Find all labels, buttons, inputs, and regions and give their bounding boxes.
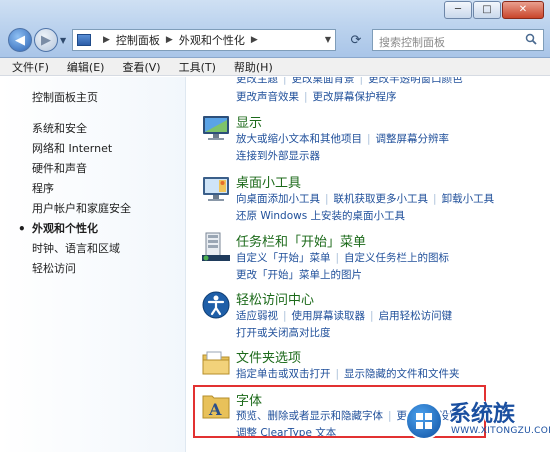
forward-button[interactable]: ▶ bbox=[34, 28, 58, 52]
link-restore-gadgets[interactable]: 还原 Windows 上安装的桌面小工具 bbox=[236, 210, 405, 222]
windows-flag-icon bbox=[416, 413, 432, 429]
menu-file[interactable]: 文件(F) bbox=[12, 59, 49, 75]
personalization-links-row2: 更改声音效果 | 更改屏幕保护程序 bbox=[236, 91, 397, 103]
desktop-gadgets-icon bbox=[203, 177, 229, 201]
taskbar-links-row2: 更改「开始」菜单上的图片 bbox=[236, 267, 362, 282]
nav-item-clock-language[interactable]: 时钟、语言和区域 bbox=[32, 239, 131, 259]
minimize-button[interactable]: ─ bbox=[444, 1, 472, 19]
refresh-button[interactable]: ⟳ bbox=[344, 29, 368, 51]
folder-options-icon bbox=[202, 351, 230, 375]
chevron-right-icon[interactable]: ▶ bbox=[166, 35, 173, 45]
display-title[interactable]: 显示 bbox=[236, 112, 262, 131]
arrow-left-icon: ◀ bbox=[15, 32, 25, 48]
link-single-double-click[interactable]: 指定单击或双击打开 bbox=[236, 368, 331, 380]
link-low-vision[interactable]: 适应弱视 bbox=[236, 310, 278, 322]
link-show-hidden-files[interactable]: 显示隐藏的文件和文件夹 bbox=[344, 368, 460, 380]
nav-item-appearance[interactable]: • 外观和个性化 bbox=[18, 219, 131, 239]
link-add-gadgets[interactable]: 向桌面添加小工具 bbox=[236, 193, 320, 205]
watermark-title: 系统族 bbox=[449, 402, 516, 427]
nav-item-user-accounts[interactable]: 用户帐户和家庭安全 bbox=[32, 199, 131, 219]
display-links-row1: 放大或缩小文本和其他项目 | 调整屏幕分辨率 bbox=[236, 133, 450, 145]
refresh-icon: ⟳ bbox=[350, 32, 362, 48]
folder-options-title[interactable]: 文件夹选项 bbox=[236, 347, 301, 366]
search-input[interactable]: 搜索控制面板 bbox=[372, 29, 544, 51]
left-nav-list: 系统和安全 网络和 Internet 硬件和声音 程序 用户帐户和家庭安全 • 外… bbox=[18, 119, 131, 279]
menu-help[interactable]: 帮助(H) bbox=[234, 59, 273, 75]
gadgets-links-row1: 向桌面添加小工具 | 联机获取更多小工具 | 卸载小工具 bbox=[236, 193, 495, 205]
display-links-row2: 连接到外部显示器 bbox=[236, 148, 320, 163]
control-panel-icon bbox=[77, 34, 91, 46]
menu-bar: 文件(F) 编辑(E) 查看(V) 工具(T) 帮助(H) bbox=[0, 58, 550, 76]
link-customize-taskbar-icons[interactable]: 自定义任务栏上的图标 bbox=[344, 252, 449, 264]
arrow-right-icon: ▶ bbox=[41, 32, 51, 48]
address-bar[interactable]: ▶ 控制面板 ▶ 外观和个性化 ▶ ▼ bbox=[72, 29, 336, 51]
search-placeholder: 搜索控制面板 bbox=[379, 36, 445, 49]
ease-of-access-title[interactable]: 轻松访问中心 bbox=[236, 289, 314, 308]
chevron-right-icon[interactable]: ▶ bbox=[251, 35, 258, 45]
link-accessibility-keys[interactable]: 启用轻松访问键 bbox=[379, 310, 453, 322]
ease-links-row1: 适应弱视 | 使用屏幕读取器 | 启用轻松访问键 bbox=[236, 310, 453, 322]
menu-view[interactable]: 查看(V) bbox=[122, 59, 160, 75]
chevron-right-icon[interactable]: ▶ bbox=[103, 35, 110, 45]
link-screen-reader[interactable]: 使用屏幕读取器 bbox=[292, 310, 366, 322]
link-high-contrast[interactable]: 打开或关闭高对比度 bbox=[236, 327, 331, 339]
personalization-links-row1: 更改主题 | 更改桌面背景 | 更改半透明窗口颜色 bbox=[236, 77, 463, 86]
window-controls: ─ □ ✕ bbox=[443, 1, 544, 19]
recent-pages-dropdown[interactable]: ▼ bbox=[60, 36, 66, 45]
nav-item-network[interactable]: 网络和 Internet bbox=[32, 139, 131, 159]
link-uninstall-gadget[interactable]: 卸载小工具 bbox=[442, 193, 495, 205]
display-monitor-icon bbox=[203, 116, 229, 140]
link-customize-start-menu[interactable]: 自定义「开始」菜单 bbox=[236, 252, 331, 264]
link-screen-resolution[interactable]: 调整屏幕分辨率 bbox=[376, 133, 450, 145]
gadgets-title[interactable]: 桌面小工具 bbox=[236, 172, 301, 191]
left-nav-pane: 控制面板主页 系统和安全 网络和 Internet 硬件和声音 程序 用户帐户和… bbox=[0, 77, 186, 452]
windows-logo-icon bbox=[405, 402, 443, 440]
ease-links-row2: 打开或关闭高对比度 bbox=[236, 325, 331, 340]
search-icon bbox=[525, 33, 537, 45]
current-bullet-icon: • bbox=[18, 222, 26, 236]
back-button[interactable]: ◀ bbox=[8, 28, 32, 52]
link-change-background[interactable]: 更改桌面背景 bbox=[292, 77, 355, 85]
link-text-size[interactable]: 放大或缩小文本和其他项目 bbox=[236, 133, 362, 145]
ease-of-access-icon bbox=[202, 291, 230, 319]
link-external-display[interactable]: 连接到外部显示器 bbox=[236, 150, 320, 162]
close-button[interactable]: ✕ bbox=[502, 1, 544, 19]
link-change-start-picture[interactable]: 更改「开始」菜单上的图片 bbox=[236, 269, 362, 281]
link-change-window-color[interactable]: 更改半透明窗口颜色 bbox=[368, 77, 463, 85]
nav-item-ease-of-access[interactable]: 轻松访问 bbox=[32, 259, 131, 279]
folder-options-links-row1: 指定单击或双击打开 | 显示隐藏的文件和文件夹 bbox=[236, 368, 460, 380]
breadcrumb-control-panel[interactable]: 控制面板 bbox=[116, 32, 160, 48]
menu-tools[interactable]: 工具(T) bbox=[179, 59, 216, 75]
nav-item-appearance-label: 外观和个性化 bbox=[32, 222, 98, 235]
taskbar-title[interactable]: 任务栏和「开始」菜单 bbox=[236, 231, 366, 250]
control-panel-home-link[interactable]: 控制面板主页 bbox=[32, 89, 98, 105]
taskbar-start-menu-icon bbox=[202, 232, 230, 261]
link-change-screensaver[interactable]: 更改屏幕保护程序 bbox=[313, 91, 397, 103]
maximize-button[interactable]: □ bbox=[473, 1, 501, 19]
taskbar-links-row1: 自定义「开始」菜单 | 自定义任务栏上的图标 bbox=[236, 252, 450, 264]
link-get-more-gadgets[interactable]: 联机获取更多小工具 bbox=[334, 193, 429, 205]
gadgets-links-row2: 还原 Windows 上安装的桌面小工具 bbox=[236, 208, 405, 223]
title-bar: ─ □ ✕ ◀ ▶ ▼ ▶ 控制面板 ▶ 外观和个性化 ▶ ▼ ⟳ 搜索控制面板 bbox=[0, 0, 550, 58]
watermark: 系统族 WWW.XITONGZU.COM bbox=[405, 396, 550, 452]
address-dropdown-icon[interactable]: ▼ bbox=[325, 35, 331, 44]
nav-item-system-security[interactable]: 系统和安全 bbox=[32, 119, 131, 139]
breadcrumb-appearance[interactable]: 外观和个性化 bbox=[179, 32, 245, 48]
menu-edit[interactable]: 编辑(E) bbox=[67, 59, 105, 75]
nav-item-hardware-sound[interactable]: 硬件和声音 bbox=[32, 159, 131, 179]
watermark-url: WWW.XITONGZU.COM bbox=[451, 426, 550, 436]
link-change-sound-effects[interactable]: 更改声音效果 bbox=[236, 91, 299, 103]
nav-item-programs[interactable]: 程序 bbox=[32, 179, 131, 199]
link-change-theme[interactable]: 更改主题 bbox=[236, 77, 278, 85]
